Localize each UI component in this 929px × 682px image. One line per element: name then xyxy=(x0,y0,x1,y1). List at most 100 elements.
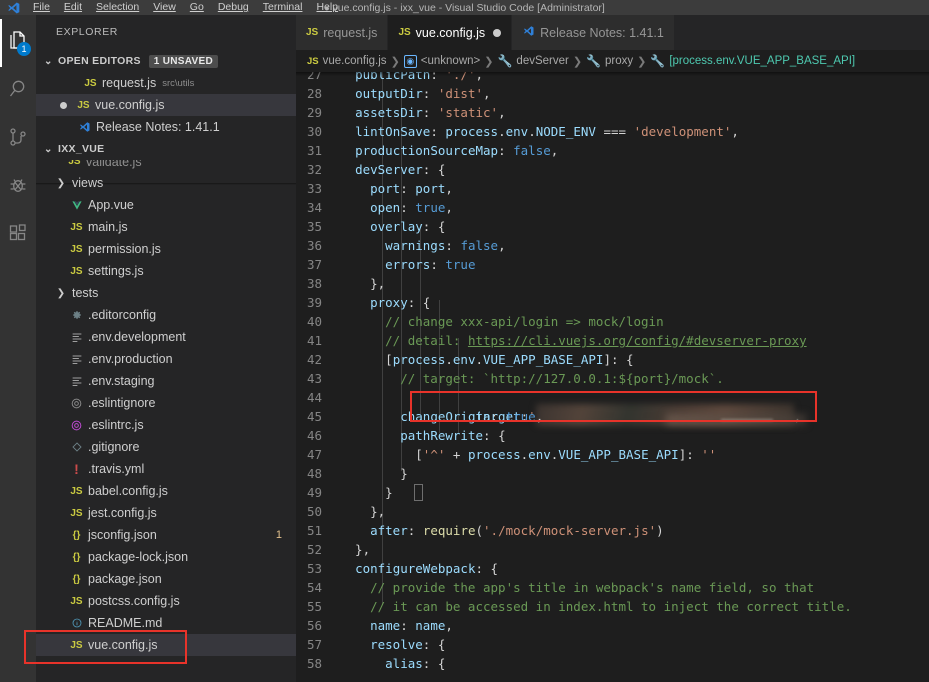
tree-item-eslintignore[interactable]: .eslintignore xyxy=(36,392,296,414)
chevron-down-icon: ⌄ xyxy=(44,143,53,155)
tab-request-js[interactable]: JS request.js xyxy=(296,15,389,50)
code-line: 29 assetsDir: 'static', xyxy=(296,103,929,122)
source-control-icon xyxy=(6,125,30,154)
json-file-icon: {} xyxy=(72,529,81,541)
code-line: 37 errors: true xyxy=(296,255,929,274)
breadcrumb-item-devserver[interactable]: 🔧 devServer xyxy=(497,54,568,68)
line-number: 37 xyxy=(306,257,322,272)
breadcrumb: JS vue.config.js ❯ ◉ <unknown> ❯ 🔧 devSe… xyxy=(296,50,929,72)
tree-item-settings-js[interactable]: JS settings.js xyxy=(36,260,296,282)
line-number: 41 xyxy=(306,333,322,348)
menu-terminal[interactable]: Terminal xyxy=(256,0,310,15)
line-content: assetsDir: 'static', xyxy=(355,105,506,120)
code-line: 57 resolve: { xyxy=(296,635,929,654)
menu-file[interactable]: File xyxy=(26,0,57,15)
tree-item-package-lock-json[interactable]: {} package-lock.json xyxy=(36,546,296,568)
tree-item-travis-yml[interactable]: ! .travis.yml xyxy=(36,458,296,480)
property-symbol-icon: 🔧 xyxy=(650,54,666,68)
line-number: 46 xyxy=(306,428,322,443)
activity-debug[interactable] xyxy=(0,163,36,211)
eslint-icon xyxy=(68,419,85,432)
code-line: 28 outputDir: 'dist', xyxy=(296,84,929,103)
breadcrumb-item-file[interactable]: JS vue.config.js xyxy=(307,55,387,67)
code-line: 34 open: true, xyxy=(296,198,929,217)
tree-item-env-development[interactable]: .env.development xyxy=(36,326,296,348)
menu-go[interactable]: Go xyxy=(183,0,211,15)
tree-item-env-staging[interactable]: .env.staging xyxy=(36,370,296,392)
breadcrumb-item-proxy[interactable]: 🔧 proxy xyxy=(586,54,633,68)
open-editor-request-js[interactable]: JS request.js src\utils xyxy=(36,72,296,94)
tab-release-notes[interactable]: Release Notes: 1.41.1 xyxy=(512,15,675,50)
line-content: port: port, xyxy=(370,181,453,196)
tree-item-env-production[interactable]: .env.production xyxy=(36,348,296,370)
travis-icon: ! xyxy=(74,461,79,477)
tree-item-main-js[interactable]: JS main.js xyxy=(36,216,296,238)
tree-item-label: permission.js xyxy=(88,242,161,256)
comment-url-link[interactable]: https://cli.vuejs.org/config/#devserver-… xyxy=(468,333,807,348)
tab-vue-config-js[interactable]: JS vue.config.js xyxy=(388,15,513,50)
js-file-icon: JS xyxy=(77,99,90,111)
tree-item-package-json[interactable]: {} package.json xyxy=(36,568,296,590)
project-header[interactable]: ⌄ IXX_VUE xyxy=(36,138,296,160)
search-icon xyxy=(6,77,30,106)
line-number: 31 xyxy=(306,143,322,158)
tree-item-babel-config-js[interactable]: JS babel.config.js xyxy=(36,480,296,502)
tab-dirty-indicator[interactable] xyxy=(493,28,502,37)
line-content: pathRewrite: { xyxy=(400,428,506,443)
tree-item-editorconfig[interactable]: .editorconfig xyxy=(36,304,296,326)
menu-edit[interactable]: Edit xyxy=(57,0,89,15)
tree-item-validate-js[interactable]: JS validate.js xyxy=(36,160,296,172)
tree-item-label: package-lock.json xyxy=(88,550,189,564)
debug-icon xyxy=(6,173,30,202)
code-editor[interactable]: 27 publicPath: './', 28 outputDir: 'dist… xyxy=(296,72,929,682)
tree-item-label: settings.js xyxy=(88,264,144,278)
line-content: proxy: { xyxy=(370,295,431,310)
tree-item-label: jsconfig.json xyxy=(88,528,157,542)
js-file-icon: JS xyxy=(398,27,411,38)
activity-extensions[interactable] xyxy=(0,211,36,259)
js-file-icon: JS xyxy=(70,485,83,497)
menu-help[interactable]: Help xyxy=(309,0,345,15)
js-file-icon: JS xyxy=(306,27,319,38)
menu-debug[interactable]: Debug xyxy=(211,0,256,15)
code-line: 52 }, xyxy=(296,540,929,559)
window-title-text: vue.config.js - ixx_vue - Visual Studio … xyxy=(332,1,605,14)
activity-search[interactable] xyxy=(0,67,36,115)
tree-item-app-vue[interactable]: App.vue xyxy=(36,194,296,216)
activity-explorer[interactable]: 1 xyxy=(0,19,36,67)
tree-item-jsconfig-json[interactable]: {} jsconfig.json 1 xyxy=(36,524,296,546)
breadcrumb-label: vue.config.js xyxy=(322,55,387,67)
tree-item-readme-md[interactable]: README.md xyxy=(36,612,296,634)
chevron-right-icon: ❯ xyxy=(390,55,400,68)
open-editor-vue-config-js[interactable]: JS vue.config.js xyxy=(36,94,296,116)
tree-item-eslintrc-js[interactable]: .eslintrc.js xyxy=(36,414,296,436)
line-content: // detail: https://cli.vuejs.org/config/… xyxy=(340,333,807,348)
extensions-icon xyxy=(6,221,30,250)
code-line: 53 configureWebpack: { xyxy=(296,559,929,578)
open-editors-header[interactable]: ⌄ OPEN EDITORS 1 UNSAVED xyxy=(36,50,296,72)
tree-item-permission-js[interactable]: JS permission.js xyxy=(36,238,296,260)
tree-item-gitignore[interactable]: .gitignore xyxy=(36,436,296,458)
menu-view[interactable]: View xyxy=(146,0,183,15)
breadcrumb-item-unknown[interactable]: ◉ <unknown> xyxy=(403,54,480,68)
chevron-down-icon: ⌄ xyxy=(44,55,53,67)
activity-source-control[interactable] xyxy=(0,115,36,163)
breadcrumb-item-base-api[interactable]: 🔧 [process.env.VUE_APP_BASE_API] xyxy=(650,54,855,68)
tree-item-jest-config-js[interactable]: JS jest.config.js xyxy=(36,502,296,524)
menu-bar[interactable]: File Edit Selection View Go Debug Termin… xyxy=(26,0,345,15)
open-editor-release-notes[interactable]: Release Notes: 1.41.1 xyxy=(36,116,296,138)
menu-selection[interactable]: Selection xyxy=(89,0,146,15)
tree-item-postcss-config-js[interactable]: JS postcss.config.js xyxy=(36,590,296,612)
tree-item-label: .eslintrc.js xyxy=(88,418,144,432)
code-line: 49 } xyxy=(296,483,929,502)
tree-item-vue-config-js[interactable]: JS vue.config.js xyxy=(36,634,296,656)
js-file-icon: JS xyxy=(68,160,81,167)
line-number: 53 xyxy=(306,561,322,576)
tree-item-label: tests xyxy=(72,286,99,300)
tree-item-tests[interactable]: ❯ tests xyxy=(36,282,296,304)
tree-item-views[interactable]: ❯ views xyxy=(36,172,296,194)
line-number: 48 xyxy=(306,466,322,481)
code-line: 38 }, xyxy=(296,274,929,293)
code-line: 54 // provide the app's title in webpack… xyxy=(296,578,929,597)
line-number: 40 xyxy=(306,314,322,329)
